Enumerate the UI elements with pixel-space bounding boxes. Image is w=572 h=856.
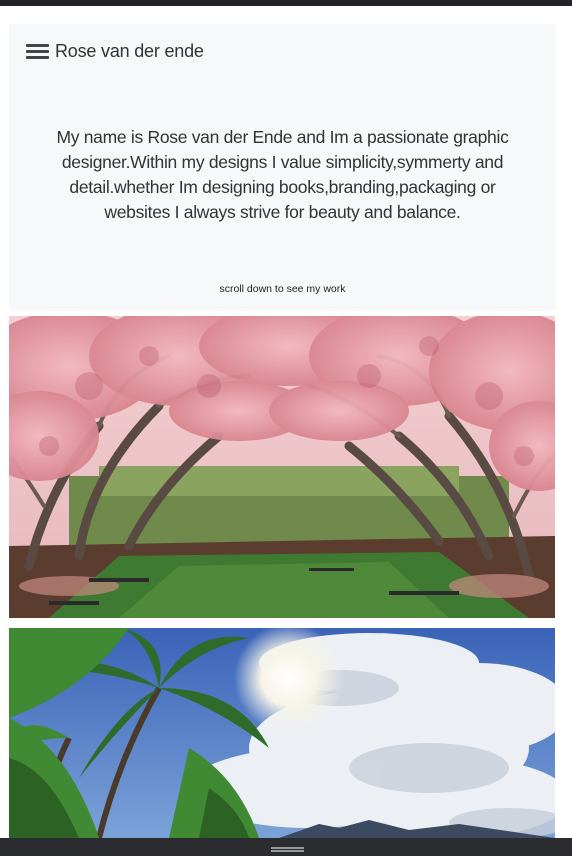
intro-text: My name is Rose van der Ende and Im a pa… [56, 127, 509, 222]
intro-header: Rose van der ende My name is Rose van de… [9, 24, 556, 311]
drag-handle-icon[interactable] [271, 847, 304, 852]
palm-sky-photo [9, 628, 555, 838]
site-name[interactable]: Rose van der ende [55, 41, 204, 62]
gallery-image-magnolia-trees[interactable] [9, 316, 555, 618]
bottom-bar [0, 838, 572, 856]
magnolia-photo [9, 316, 555, 618]
hamburger-menu-icon[interactable] [26, 43, 49, 60]
top-bar [0, 0, 572, 6]
scroll-hint: scroll down to see my work [219, 283, 346, 295]
gallery-image-palm-trees[interactable] [9, 628, 555, 838]
